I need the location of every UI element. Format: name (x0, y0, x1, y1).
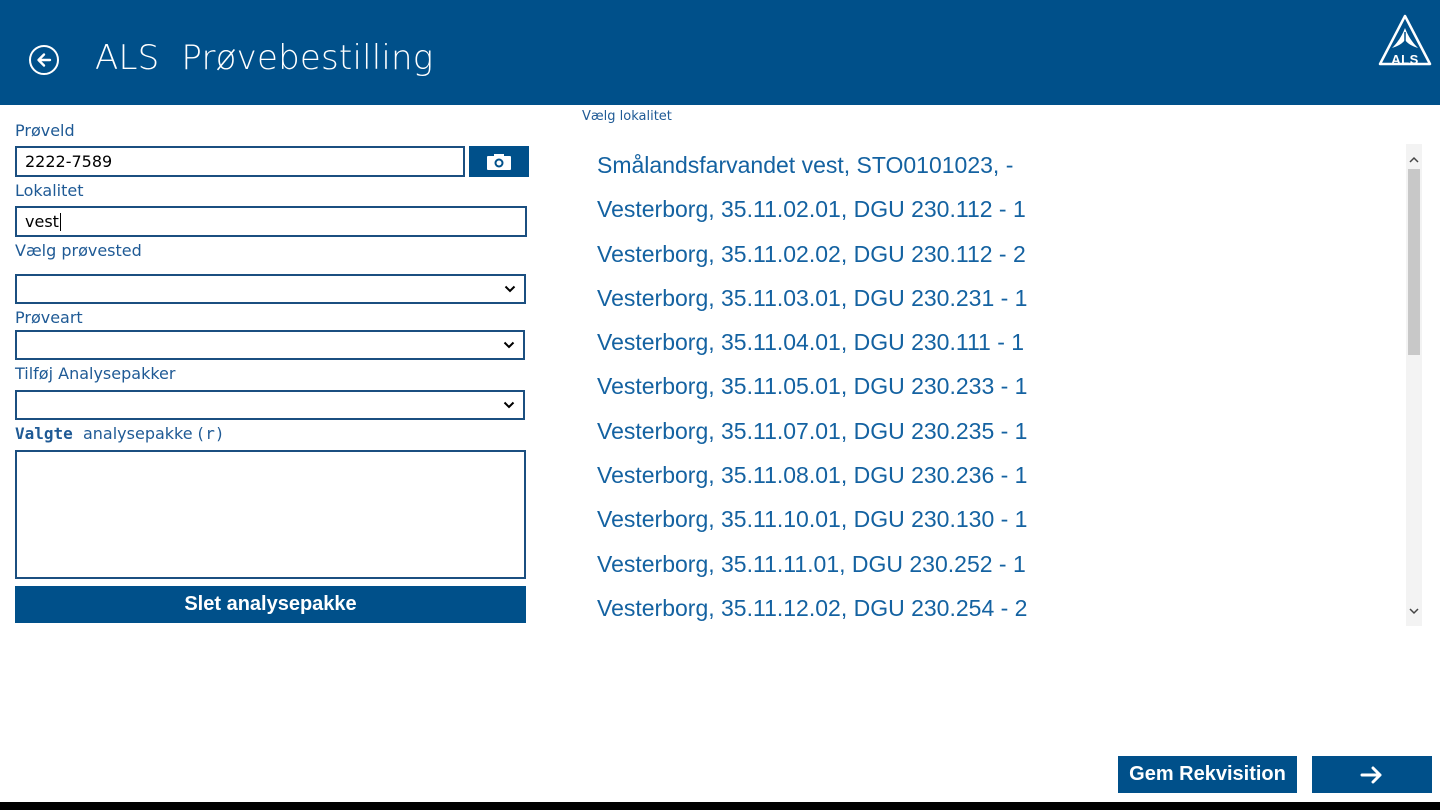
location-input[interactable]: vest (15, 206, 527, 237)
save-requisition-button[interactable]: Gem Rekvisition (1118, 756, 1297, 793)
list-item[interactable]: Vesterborg, 35.11.02.02, DGU 230.112 - 2 (597, 232, 1397, 276)
list-item[interactable]: Vesterborg, 35.11.03.01, DGU 230.231 - 1 (597, 276, 1397, 320)
list-item[interactable]: Vesterborg, 35.11.10.01, DGU 230.130 - 1 (597, 497, 1397, 541)
sample-id-value: 2222-7589 (25, 152, 113, 171)
list-item[interactable]: Smålandsfarvandet vest, STO0101023, - (597, 143, 1397, 187)
arrow-right-icon (1360, 766, 1382, 783)
location-value: vest (25, 212, 59, 231)
text-cursor (59, 212, 61, 231)
location-list: Smålandsfarvandet vest, STO0101023, - Ve… (597, 143, 1397, 629)
location-label: Lokalitet (15, 181, 84, 200)
app-window: ALS Prøvebestilling ALS Prøveld 2222-758… (0, 0, 1440, 810)
taskbar-strip (0, 802, 1440, 810)
list-item[interactable]: Vesterborg, 35.11.05.01, DGU 230.233 - 1 (597, 364, 1397, 408)
sample-site-select[interactable] (15, 274, 526, 304)
sample-id-input[interactable]: 2222-7589 (15, 146, 465, 177)
chevron-up-icon (1409, 156, 1419, 163)
selected-packages-list[interactable] (15, 450, 526, 579)
back-arrow-icon (37, 53, 52, 67)
chevron-down-icon (504, 285, 516, 293)
sample-site-label: Vælg prøvested (15, 241, 142, 260)
next-button[interactable] (1312, 756, 1432, 793)
list-item[interactable]: Vesterborg, 35.11.12.02, DGU 230.254 - 2 (597, 586, 1397, 629)
add-packages-label: Tilføj Analysepakker (15, 364, 176, 383)
list-item[interactable]: Vesterborg, 35.11.07.01, DGU 230.235 - 1 (597, 409, 1397, 453)
sample-type-label: Prøveart (15, 308, 83, 327)
selected-packages-label: Valgte analysepakke (r) (15, 424, 225, 443)
list-item[interactable]: Vesterborg, 35.11.02.01, DGU 230.112 - 1 (597, 187, 1397, 231)
scroll-thumb[interactable] (1408, 169, 1420, 355)
delete-package-button[interactable]: Slet analysepakke (15, 586, 526, 623)
chevron-down-icon (503, 341, 515, 349)
back-button[interactable] (29, 45, 59, 75)
location-list-header: Vælg lokalitet (582, 109, 672, 124)
scroll-up-button[interactable] (1406, 150, 1422, 168)
header-bar: ALS Prøvebestilling ALS (0, 0, 1440, 105)
chevron-down-icon (503, 401, 515, 409)
scroll-down-button[interactable] (1406, 602, 1422, 620)
add-packages-select[interactable] (15, 390, 525, 420)
list-item[interactable]: Vesterborg, 35.11.08.01, DGU 230.236 - 1 (597, 453, 1397, 497)
sample-type-select[interactable] (15, 330, 525, 360)
list-item[interactable]: Vesterborg, 35.11.11.01, DGU 230.252 - 1 (597, 542, 1397, 586)
chevron-down-icon (1409, 607, 1419, 614)
camera-icon (487, 153, 511, 170)
sample-id-label: Prøveld (15, 121, 75, 140)
list-item[interactable]: Vesterborg, 35.11.04.01, DGU 230.111 - 1 (597, 320, 1397, 364)
list-scrollbar[interactable] (1406, 144, 1422, 626)
page-title: ALS Prøvebestilling (95, 38, 434, 78)
logo-text: ALS (1391, 52, 1419, 67)
camera-button[interactable] (469, 146, 529, 177)
